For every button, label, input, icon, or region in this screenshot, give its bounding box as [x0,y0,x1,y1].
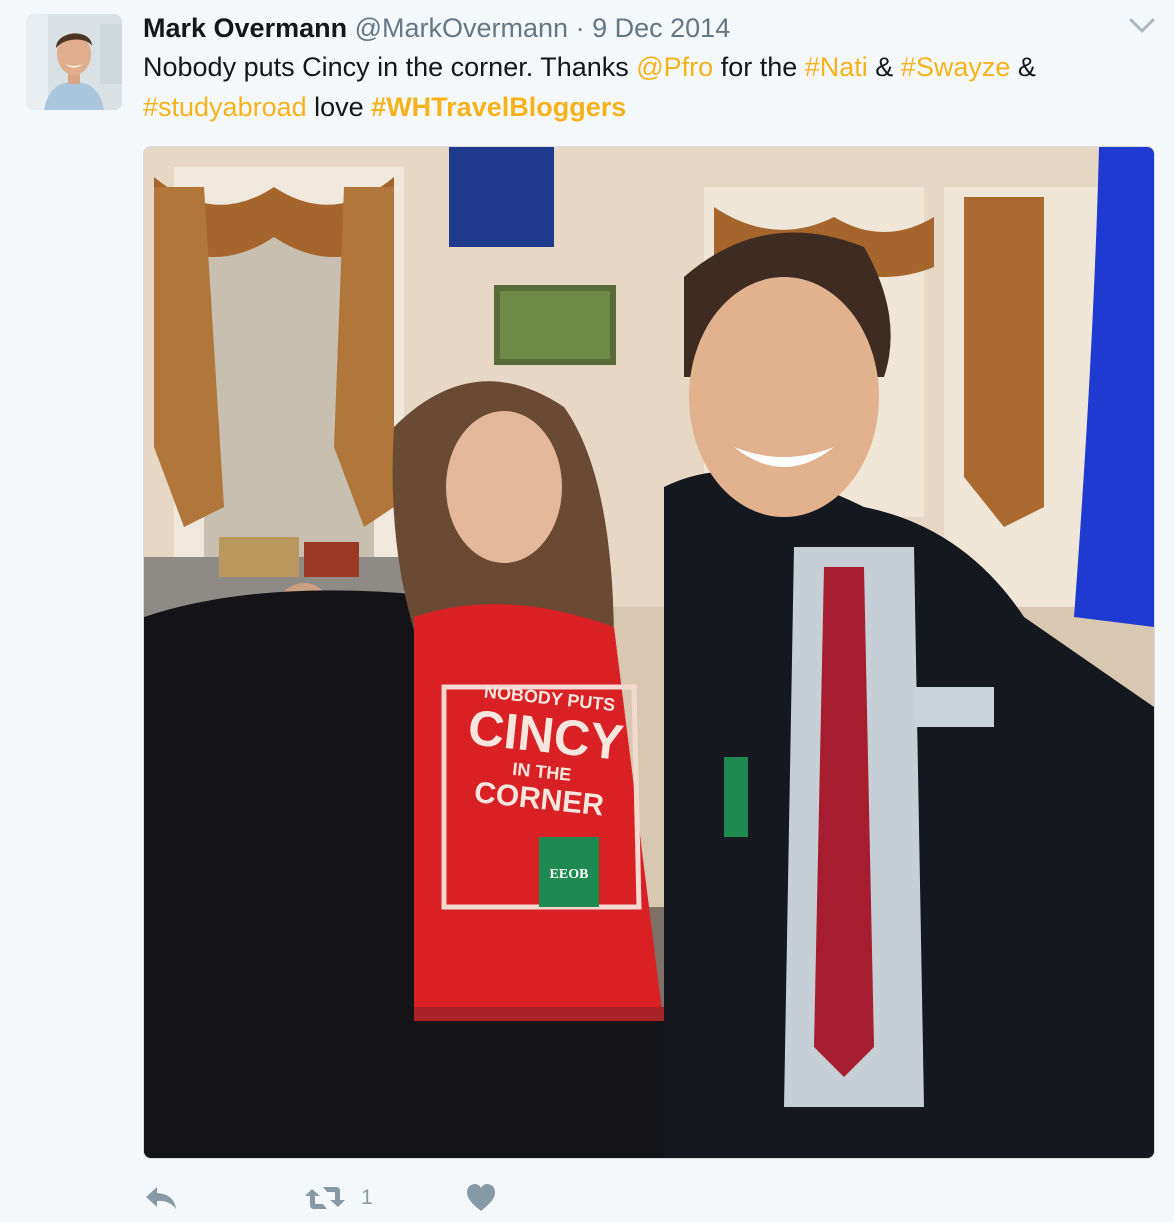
reply-button[interactable] [143,1176,179,1220]
hashtag-link[interactable]: #Nati [805,52,868,82]
hashtag-link[interactable]: #studyabroad [143,92,307,122]
tweet-text-part: & [867,52,901,82]
heart-icon [467,1184,495,1211]
tweet-text: Nobody puts Cincy in the corner. Thanks … [143,47,1143,127]
tweet-photo[interactable]: NOBODY PUTS CINCY IN THE CORNER EEOB [143,146,1155,1159]
tweet-card: Mark Overmann @MarkOvermann · 9 Dec 2014… [0,0,1174,1222]
retweet-count: 1 [361,1186,373,1209]
author-handle[interactable]: @MarkOvermann [355,13,568,43]
author-name[interactable]: Mark Overmann [143,13,347,43]
shirt-print: NOBODY PUTS CINCY IN THE CORNER [438,677,650,827]
like-button[interactable] [465,1176,497,1220]
tweet-text-part: Nobody puts Cincy in the corner. Thanks [143,52,637,82]
tweet-date[interactable]: 9 Dec 2014 [592,13,730,43]
hashtag-link[interactable]: #Swayze [901,52,1011,82]
retweet-icon [305,1187,345,1209]
photo-image [144,147,1154,1158]
hashtag-link[interactable]: #WHTravelBloggers [371,92,626,122]
author-avatar[interactable] [26,14,122,110]
mention-link[interactable]: @Pfro [636,52,713,82]
retweet-button[interactable]: 1 [303,1176,373,1220]
tweet-actions: 1 [143,1176,843,1220]
tweet-header: Mark Overmann @MarkOvermann · 9 Dec 2014 [143,8,730,48]
reply-icon [146,1187,176,1209]
header-separator: · [575,13,585,43]
tweet-text-part: love [306,92,372,122]
chevron-down-icon[interactable] [1128,14,1156,38]
badge-label: EEOB [549,867,589,882]
avatar-image [26,14,122,110]
tweet-text-part: for the [713,52,805,82]
tweet-text-part: & [1010,52,1036,82]
